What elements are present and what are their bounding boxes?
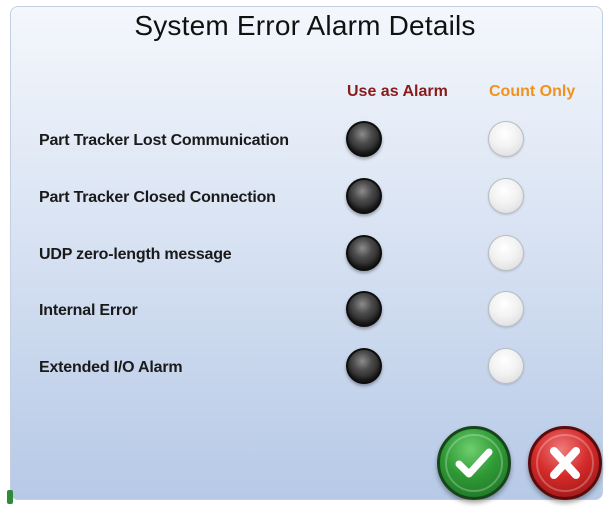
row-label-part-tracker-closed-connection: Part Tracker Closed Connection — [39, 189, 276, 206]
row-label-udp-zero-length-message: UDP zero-length message — [39, 246, 232, 263]
x-icon — [550, 447, 580, 479]
radio-use-as-alarm-part-tracker-closed-connection[interactable] — [346, 178, 382, 214]
dialog-frame: System Error Alarm Details Use as Alarm … — [0, 0, 610, 507]
radio-use-as-alarm-udp-zero-length-message[interactable] — [346, 235, 382, 271]
radio-use-as-alarm-extended-io-alarm[interactable] — [346, 348, 382, 384]
cancel-button[interactable] — [528, 426, 602, 500]
radio-count-only-part-tracker-lost-communication[interactable] — [488, 121, 524, 157]
radio-count-only-part-tracker-closed-connection[interactable] — [488, 178, 524, 214]
column-header-use-as-alarm: Use as Alarm — [347, 83, 448, 100]
row-label-extended-io-alarm: Extended I/O Alarm — [39, 359, 183, 376]
row-label-part-tracker-lost-communication: Part Tracker Lost Communication — [39, 132, 289, 149]
radio-count-only-internal-error[interactable] — [488, 291, 524, 327]
window-edge-accent — [7, 490, 13, 504]
radio-use-as-alarm-part-tracker-lost-communication[interactable] — [346, 121, 382, 157]
radio-use-as-alarm-internal-error[interactable] — [346, 291, 382, 327]
checkmark-icon — [455, 448, 493, 478]
radio-count-only-extended-io-alarm[interactable] — [488, 348, 524, 384]
row-label-internal-error: Internal Error — [39, 302, 138, 319]
column-header-count-only: Count Only — [489, 83, 576, 100]
ok-button[interactable] — [437, 426, 511, 500]
dialog-title: System Error Alarm Details — [134, 10, 476, 41]
radio-count-only-udp-zero-length-message[interactable] — [488, 235, 524, 271]
